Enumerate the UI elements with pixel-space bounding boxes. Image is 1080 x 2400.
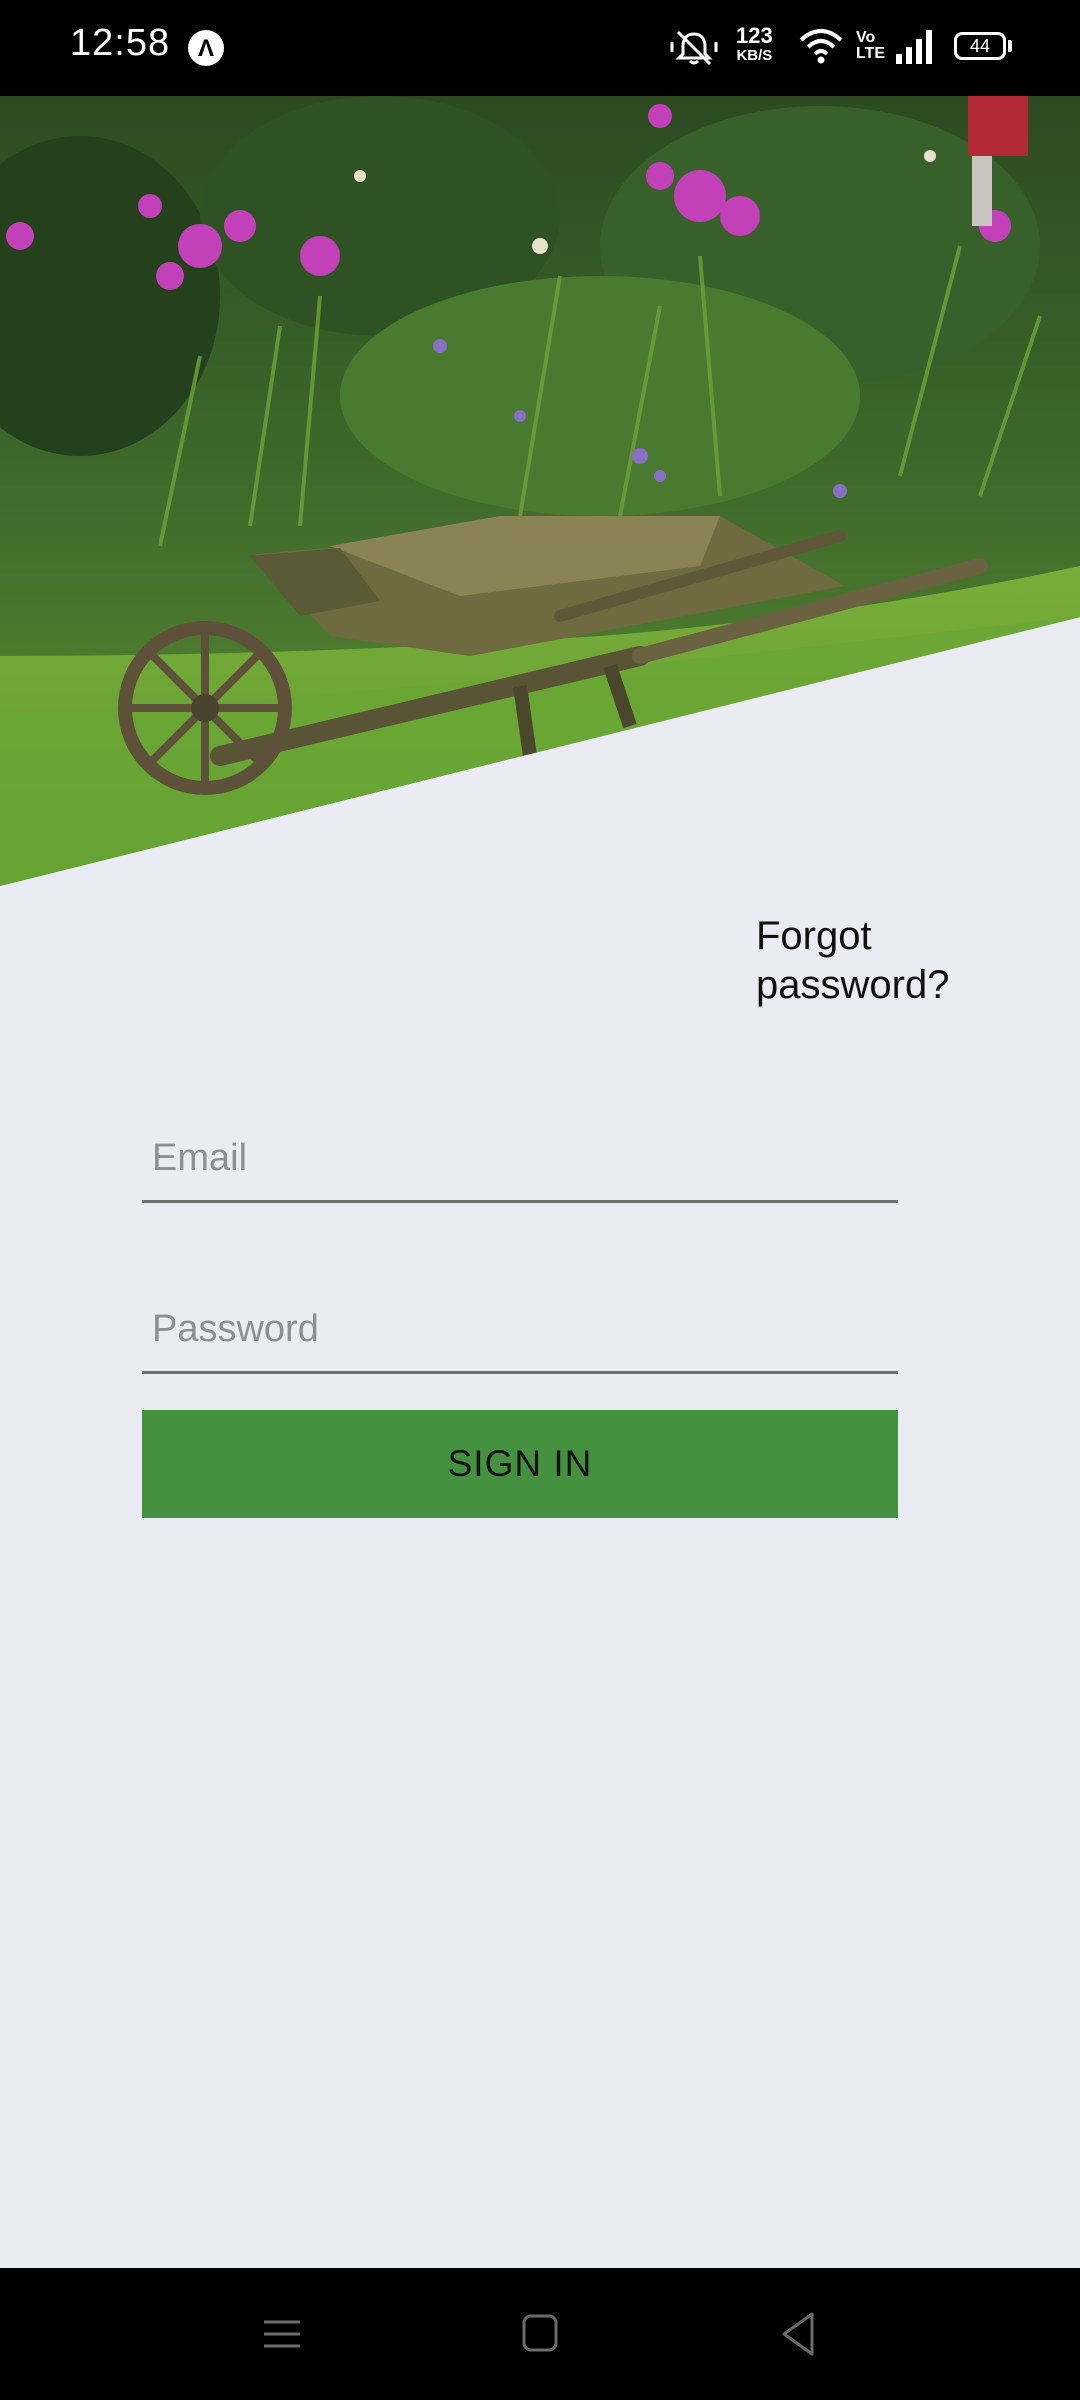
password-input[interactable] xyxy=(152,1308,872,1351)
email-input[interactable] xyxy=(152,1137,872,1180)
password-field[interactable] xyxy=(142,1271,898,1374)
network-speed: 123 KB/S xyxy=(736,23,773,66)
status-bar: 12:58 Λ 123 KB/S Vo LTE 44 xyxy=(0,0,1080,96)
home-icon[interactable] xyxy=(520,2306,560,2362)
navigation-bar xyxy=(0,2268,1080,2400)
menu-icon[interactable] xyxy=(262,2306,302,2362)
email-field[interactable] xyxy=(142,1100,898,1203)
network-speed-value: 123 xyxy=(736,23,773,48)
back-icon[interactable] xyxy=(778,2306,818,2362)
status-icons: 123 KB/S Vo LTE 44 xyxy=(640,0,1080,96)
sign-in-button[interactable]: SIGN IN xyxy=(142,1410,898,1518)
garden-wheelbarrow-image xyxy=(0,96,1080,886)
volte-indicator: Vo LTE xyxy=(856,29,886,62)
battery-icon: 44 xyxy=(954,32,1006,60)
mute-icon xyxy=(670,30,718,66)
app-notification-icon: Λ xyxy=(188,30,224,66)
hero-garden-image xyxy=(0,96,1080,886)
wifi-icon xyxy=(799,29,843,64)
status-time: 12:58 xyxy=(70,22,171,64)
network-speed-unit: KB/S xyxy=(736,47,773,64)
signal-icon xyxy=(896,30,932,64)
forgot-password-link[interactable]: Forgot password? xyxy=(756,912,986,1010)
battery-tip xyxy=(1008,40,1012,52)
